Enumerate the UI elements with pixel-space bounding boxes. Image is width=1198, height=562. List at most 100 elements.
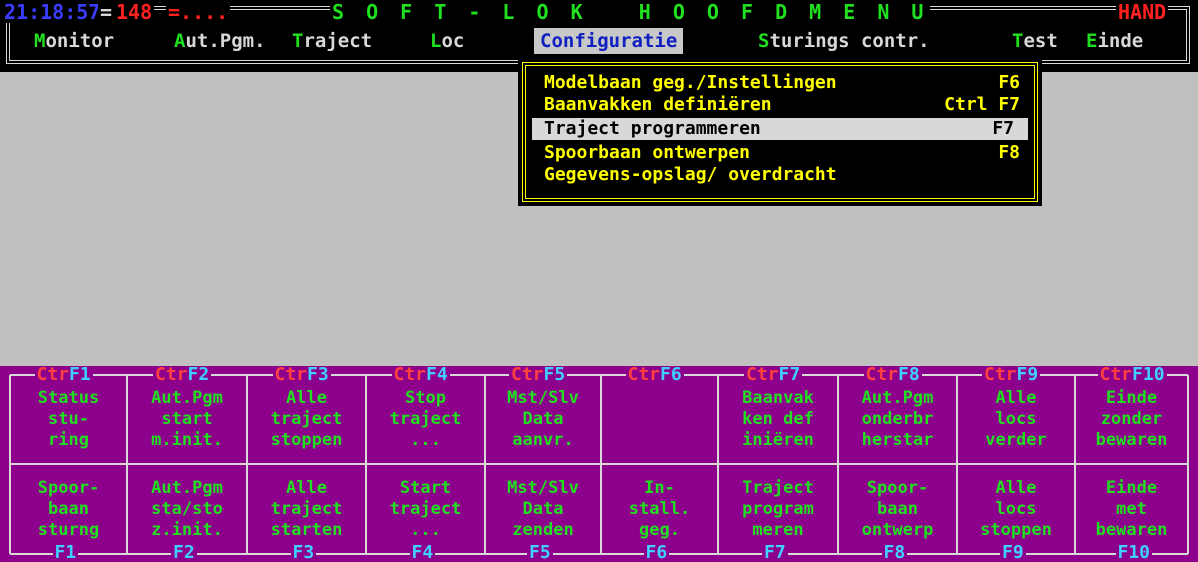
fkey-action[interactable]: Spoor-baan sturng [16,478,122,541]
action-text-line [607,409,713,430]
ctrl-fkey-action[interactable]: Stop traject... [373,388,479,451]
fkey-label: F5 [527,544,553,562]
fkey-action[interactable]: Einde met bewaren [1079,478,1185,541]
action-text-line [607,388,713,409]
menu-aut-pgm[interactable]: Aut.Pgm. [174,28,266,54]
action-text-line: Mst/Slv [507,478,579,498]
menu-label: raject [303,30,373,52]
ctrl-fkey-action[interactable]: Mst/Slv Data aanvr. [490,388,596,451]
menu-test[interactable]: Test [1012,28,1058,54]
ctrl-prefix: Ctr [984,364,1017,385]
fkey-label: F2 [171,544,197,562]
menu-einde[interactable]: Einde [1086,28,1143,54]
ctrl-key-label: CtrF10 [1097,364,1167,385]
action-text-line: Traject [742,478,814,498]
ctrl-key-label: CtrF7 [744,364,803,385]
fkey-action[interactable]: In-stall. geg. [607,478,713,541]
dropdown-item[interactable]: Traject programmeren F7 [532,118,1028,140]
action-text-line: Status [37,388,100,408]
ctrl-fkey-number: F10 [1132,364,1165,385]
action-text-line: m.init. [151,430,223,450]
action-text-line: z.init. [151,520,223,540]
dropdown-item[interactable]: Modelbaan geg./Instellingen F6 [544,72,1020,94]
action-text-line: start [161,409,213,429]
ctrl-fkey-action[interactable]: Einde zonder bewaren [1079,388,1185,451]
fkey-action[interactable]: Alle locs stoppen [963,478,1069,541]
action-text-line: baan [877,499,918,519]
ctrl-fkey-action[interactable]: Aut.Pgm start m.init. [134,388,240,451]
ctrl-fkey-action[interactable]: Baanvak ken def iniëren [725,388,831,451]
fkey-action[interactable]: Mst/Slv Data zenden [490,478,596,541]
ctrl-fkey-action[interactable]: Alle locs verder [963,388,1069,451]
fkey-action[interactable]: Traject program meren [725,478,831,541]
action-text-line: geg. [639,520,680,540]
title-row: 21:18:57 = 148 =.... S O F T - L O K H O… [0,0,1198,24]
status-dots: =.... [166,0,231,24]
menu-traject[interactable]: Traject [292,28,372,54]
ctrl-key-label: CtrF4 [391,364,450,385]
action-text-line: sturng [37,520,100,540]
action-text-line: Aut.Pgm [151,478,223,498]
menu-configuratie[interactable]: Configuratie [534,28,684,54]
dropdown-item[interactable]: Baanvakken definiëren Ctrl F7 [544,94,1020,116]
action-text-line: Einde [1105,388,1158,408]
ctrl-prefix: Ctr [36,364,70,385]
action-text-line: baan [48,499,89,519]
ctrl-fkey-number: F4 [426,364,448,385]
fkey-label: F9 [1000,544,1026,562]
dropdown-item[interactable]: Spoorbaan ontwerpen F8 [544,142,1020,164]
menu-label: onfiguratie [551,30,678,52]
menu-label: ut.Pgm. [185,30,266,52]
ctrl-key-label: CtrF1 [34,364,93,385]
ctrl-fkey-number: F2 [187,364,210,385]
action-text-line: starten [270,520,343,540]
action-text-line: iniëren [742,430,814,450]
fkey-number: F5 [529,542,551,562]
action-text-line: Alle [995,478,1037,498]
fkey-action[interactable]: Spoor-baan ontwerp [845,478,951,541]
dropdown-item[interactable]: Gegevens-opslag/ overdracht [544,164,1020,186]
ctrl-prefix: Ctr [746,364,779,385]
ctrl-fkey-action[interactable]: Alle traject stoppen [254,388,360,451]
ctrl-prefix: Ctr [393,364,427,385]
menu-label: est [1023,30,1058,52]
action-text-line [607,430,713,451]
menu-hotkey: T [1012,30,1024,52]
fkey-action[interactable]: Alle traject starten [254,478,360,541]
menu-label: onitor [45,30,115,52]
fkey-label: F10 [1115,542,1153,562]
ctrl-fkey-action[interactable]: Aut.Pgm onderbr herstar [845,388,951,451]
fkey-action[interactable]: Aut.Pgm sta/sto z.init. [134,478,240,541]
action-text-line: traject [389,409,462,429]
action-text-line: ... [410,430,441,450]
action-text-line: Spoor- [866,478,929,498]
ctrl-fkey-number: F3 [307,364,329,385]
fkey-number: F8 [883,542,906,562]
dropdown-item-label: Gegevens-opslag/ overdracht [544,164,837,185]
fkey-action[interactable]: Start traject... [373,478,479,541]
action-text-line: onderbr [861,409,934,429]
action-text-line: meren [752,520,804,540]
fkey-number: F10 [1117,542,1151,562]
fkey-number: F9 [1002,542,1024,562]
menu-label: inde [1097,30,1144,52]
menu-monitor[interactable]: Monitor [34,28,114,54]
action-text-line: traject [270,499,343,519]
action-text-line: herstar [861,430,934,450]
ctrl-fkey-action[interactable]: Status stu-ring [16,388,122,451]
mode-indicator: HAND [1116,0,1169,24]
fkey-label: F1 [52,544,79,562]
dropdown-item-shortcut: F6 [998,72,1020,93]
ctrl-key-label: CtrF2 [153,364,212,385]
fkey-number: F4 [411,542,434,562]
action-text-line: aanvr. [512,430,574,450]
ctrl-fkey-action[interactable] [607,388,713,451]
action-text-line: Alle [286,478,327,498]
action-text-line: traject [389,499,462,519]
function-key-panel: CtrF1 F1 Status stu-ring Spoor-baan sturng Ctr… [0,366,1198,562]
menu-sturings-contr[interactable]: Sturings contr. [758,28,930,54]
action-text-line: Aut.Pgm [861,388,934,408]
action-text-line: Aut.Pgm [151,388,223,408]
ctrl-key-label: CtrF5 [509,366,568,384]
menu-loc[interactable]: Loc [430,28,464,54]
